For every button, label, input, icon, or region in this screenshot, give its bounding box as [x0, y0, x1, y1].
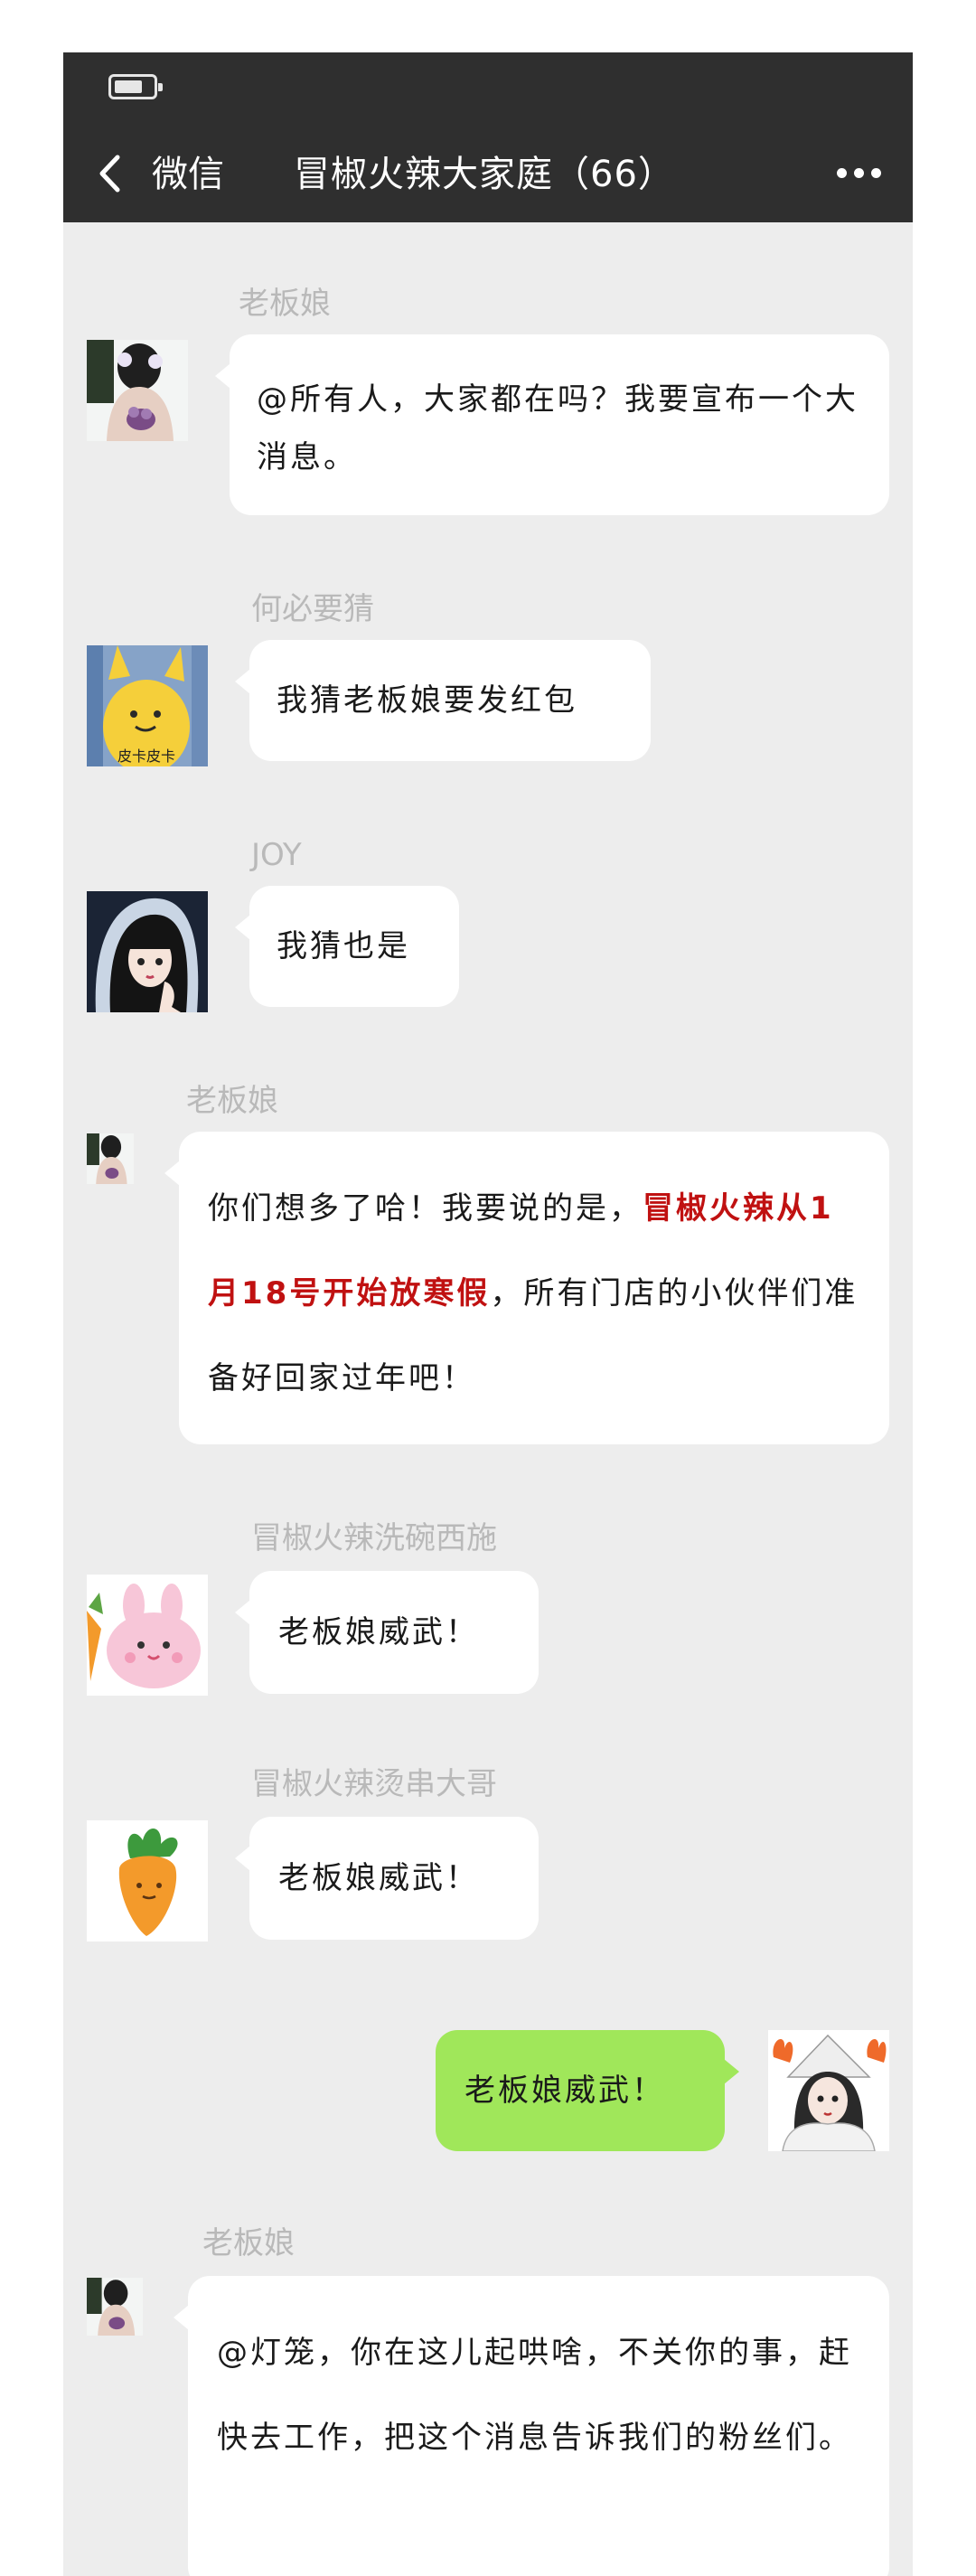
message-bubble[interactable]: @所有人，大家都在吗？我要宣布一个大消息。	[215, 334, 889, 515]
message-bubble[interactable]: 我猜老板娘要发红包	[235, 640, 651, 761]
avatar[interactable]	[87, 1575, 208, 1696]
message-bubble[interactable]: 老板娘威武！	[235, 1817, 539, 1940]
message-bubble[interactable]: 我猜也是	[235, 886, 459, 1007]
avatar[interactable]	[87, 1820, 208, 1941]
top-bar: 微信 冒椒火辣大家庭（66）	[63, 52, 913, 222]
back-button-label[interactable]: 微信	[152, 152, 224, 197]
avatar-self[interactable]	[768, 2030, 889, 2151]
sender-name: 老板娘	[202, 2225, 295, 2261]
more-options-icon[interactable]	[837, 166, 882, 179]
battery-icon	[108, 74, 163, 99]
message-bubble[interactable]: 你们想多了哈！我要说的是，冒椒火辣从1月18号开始放寒假，所有门店的小伙伴们准备…	[164, 1132, 889, 1444]
avatar[interactable]	[87, 340, 188, 441]
message-text: 我猜也是	[277, 928, 410, 964]
sender-name: 冒椒火辣烫串大哥	[251, 1766, 497, 1802]
avatar[interactable]	[87, 891, 208, 1012]
sender-name: JOY	[251, 837, 302, 873]
sender-name: 老板娘	[239, 286, 331, 322]
message-bubble[interactable]: @灯笼，你在这儿起哄啥，不关你的事，赶快去工作，把这个消息告诉我们的粉丝们。	[174, 2276, 889, 2576]
back-icon[interactable]	[98, 154, 121, 193]
avatar[interactable]: 皮卡皮卡	[87, 645, 208, 766]
avatar[interactable]	[87, 1133, 134, 1184]
avatar[interactable]	[87, 2278, 143, 2336]
sender-name: 老板娘	[186, 1083, 278, 1119]
message-text: 老板娘威武！	[465, 2073, 665, 2109]
message-text: @所有人，大家都在吗？我要宣布一个大消息。	[257, 381, 859, 475]
sender-name: 何必要猜	[251, 591, 374, 627]
message-text: 我猜老板娘要发红包	[277, 682, 577, 719]
chat-screen: 微信 冒椒火辣大家庭（66） 老板娘 @所有人，大家都在吗？我要宣布一个大消息。	[63, 52, 913, 2576]
chat-title: 冒椒火辣大家庭（66）	[294, 154, 675, 195]
message-text: 老板娘威武！	[278, 1860, 479, 1896]
sender-name: 冒椒火辣洗碗西施	[251, 1520, 497, 1556]
message-bubble[interactable]: 老板娘威武！	[235, 1571, 539, 1694]
avatar-caption: 皮卡皮卡	[117, 747, 175, 765]
message-text: 你们想多了哈！我要说的是，	[208, 1190, 643, 1227]
message-bubble-self[interactable]: 老板娘威武！	[436, 2030, 739, 2151]
message-text: 老板娘威武！	[278, 1614, 479, 1650]
message-text: @灯笼，你在这儿起哄啥，不关你的事，赶快去工作，把这个消息告诉我们的粉丝们。	[217, 2335, 852, 2456]
